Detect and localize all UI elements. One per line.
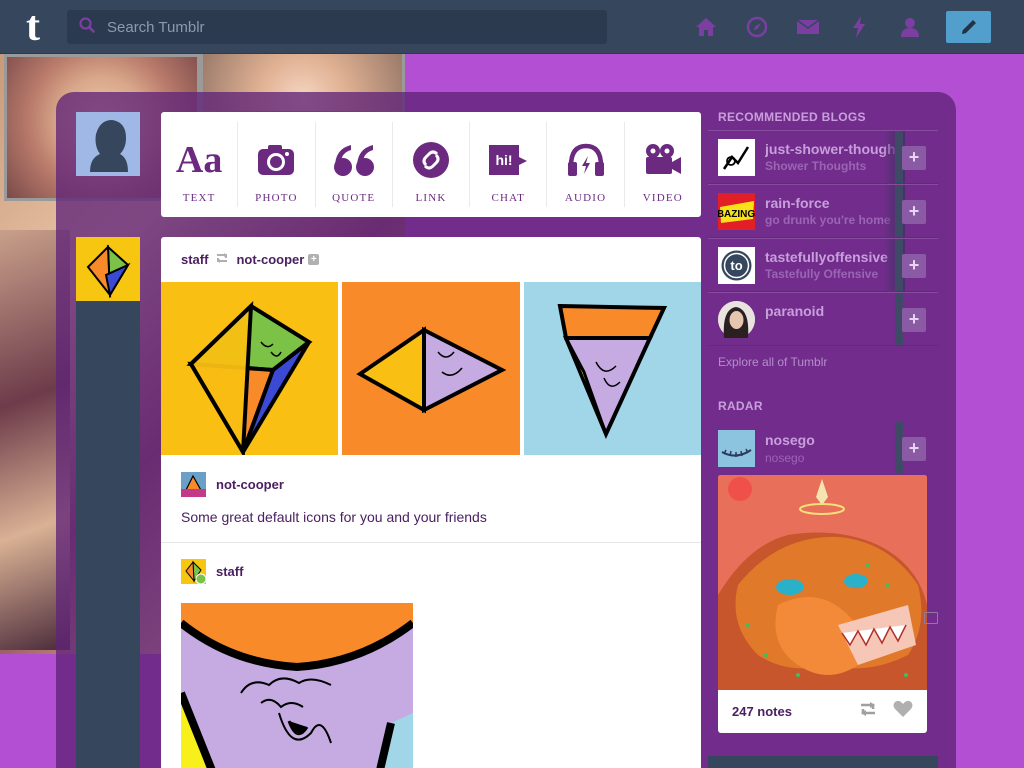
post-caption: Some great default icons for you and you… bbox=[181, 509, 487, 525]
post-type-selector: Aa TEXT PHOTO QUOTE LINK hi! CHAT AUDIO bbox=[161, 112, 701, 217]
recommended-blog-item[interactable]: to tastefullyoffensive Tastefully Offens… bbox=[708, 238, 938, 292]
quote-icon bbox=[333, 140, 375, 180]
post-author-link[interactable]: staff bbox=[181, 252, 208, 267]
paranoid-avatar[interactable] bbox=[718, 301, 755, 338]
post-type-label: AUDIO bbox=[564, 192, 607, 204]
search-input[interactable] bbox=[107, 18, 607, 36]
like-heart-icon[interactable] bbox=[893, 700, 913, 723]
home-icon[interactable] bbox=[680, 12, 731, 42]
account-person-icon[interactable] bbox=[884, 12, 935, 42]
search-icon bbox=[67, 16, 107, 38]
recommended-blog-item[interactable]: BAZING rain-force go drunk you're home + bbox=[708, 184, 938, 238]
tastefully-offensive-avatar[interactable]: to bbox=[718, 247, 755, 284]
post-type-label: PHOTO bbox=[255, 192, 298, 204]
follow-plus-icon[interactable]: + bbox=[308, 254, 320, 265]
camera-icon bbox=[256, 140, 296, 180]
video-camera-icon bbox=[643, 140, 683, 180]
post-type-quote[interactable]: QUOTE bbox=[316, 122, 393, 207]
post-header: staff not-cooper + bbox=[181, 252, 320, 267]
top-navigation-bar: t bbox=[0, 0, 1024, 54]
staff-mini-avatar[interactable] bbox=[181, 559, 207, 585]
post-type-text[interactable]: Aa TEXT bbox=[161, 122, 239, 207]
activity-lightning-icon[interactable] bbox=[833, 12, 884, 42]
tumblr-logo-icon[interactable]: t bbox=[14, 6, 52, 48]
explore-compass-icon[interactable] bbox=[731, 12, 782, 42]
recommended-blog-name[interactable]: paranoid bbox=[765, 303, 895, 319]
post-type-audio[interactable]: AUDIO bbox=[547, 122, 625, 207]
post-type-label: LINK bbox=[415, 192, 447, 204]
dashboard-post: staff not-cooper + not-cooper Some great… bbox=[161, 237, 701, 768]
reblog-author-link[interactable]: staff bbox=[216, 564, 243, 579]
rain-force-avatar[interactable]: BAZING bbox=[717, 193, 755, 230]
radar-post-card: 247 notes bbox=[718, 475, 927, 733]
recommended-blog-title: Tastefully Offensive bbox=[765, 267, 879, 281]
sidebar-bottom-strip bbox=[708, 756, 938, 768]
recommended-blog-name[interactable]: rain-force bbox=[765, 195, 895, 211]
nav-icon-group bbox=[680, 12, 935, 42]
reblog-divider bbox=[161, 542, 701, 543]
search-bar[interactable] bbox=[67, 10, 607, 44]
radar-post-image[interactable] bbox=[718, 475, 927, 690]
chat-bubble-icon: hi! bbox=[487, 140, 529, 180]
reblog-icon bbox=[214, 252, 230, 267]
radar-blog-title: nosego bbox=[765, 451, 805, 465]
post-type-link[interactable]: LINK bbox=[393, 122, 471, 207]
reblog-trail-entry: staff bbox=[181, 559, 243, 585]
post-type-label: VIDEO bbox=[642, 192, 683, 204]
follow-plus-icon[interactable]: + bbox=[902, 146, 926, 170]
inbox-mail-icon[interactable] bbox=[782, 12, 833, 42]
user-avatar[interactable] bbox=[76, 112, 140, 176]
recommended-blog-title: Shower Thoughts bbox=[765, 159, 867, 173]
svg-text:to: to bbox=[730, 258, 742, 273]
explore-link[interactable]: Explore all of Tumblr bbox=[718, 355, 827, 369]
reblog-trail-entry: not-cooper bbox=[181, 472, 284, 497]
recommended-blogs-list: just-shower-thoughts Shower Thoughts + B… bbox=[708, 130, 938, 346]
post-type-chat[interactable]: hi! CHAT bbox=[470, 122, 548, 207]
recommended-blog-title: go drunk you're home bbox=[765, 213, 891, 227]
photoset-image[interactable] bbox=[342, 282, 520, 455]
not-cooper-avatar[interactable] bbox=[181, 472, 206, 497]
svg-text:BAZING: BAZING bbox=[718, 209, 755, 220]
recommended-blog-name[interactable]: just-shower-thoughts bbox=[765, 141, 895, 157]
headphones-icon bbox=[566, 140, 606, 180]
photoset-image[interactable] bbox=[161, 282, 338, 459]
recommended-blog-name[interactable]: tastefullyoffensive bbox=[765, 249, 895, 265]
post-type-photo[interactable]: PHOTO bbox=[238, 122, 316, 207]
follow-plus-icon[interactable]: + bbox=[902, 254, 926, 278]
compose-post-button[interactable] bbox=[946, 11, 991, 43]
pencil-icon bbox=[961, 20, 976, 34]
post-type-video[interactable]: VIDEO bbox=[625, 122, 701, 207]
post-image[interactable] bbox=[181, 603, 413, 768]
follow-plus-icon[interactable]: + bbox=[902, 308, 926, 332]
avatar-rail bbox=[76, 301, 140, 768]
recommended-blogs-title: RECOMMENDED BLOGS bbox=[718, 110, 866, 124]
keyboard-shortcuts-icon[interactable] bbox=[924, 612, 938, 624]
recommended-blog-item[interactable]: paranoid + bbox=[708, 292, 938, 346]
post-type-label: TEXT bbox=[182, 192, 216, 204]
radar-post-footer: 247 notes bbox=[718, 690, 927, 733]
radar-blog-name[interactable]: nosego bbox=[765, 432, 895, 448]
recommended-blog-item[interactable]: just-shower-thoughts Shower Thoughts + bbox=[708, 130, 938, 184]
notes-count[interactable]: 247 notes bbox=[732, 704, 857, 719]
follow-plus-icon[interactable]: + bbox=[902, 200, 926, 224]
shower-thoughts-avatar[interactable] bbox=[718, 139, 755, 176]
nosego-avatar[interactable] bbox=[718, 430, 755, 467]
photoset-image[interactable] bbox=[524, 282, 701, 455]
radar-title: RADAR bbox=[718, 399, 763, 413]
staff-avatar[interactable] bbox=[76, 237, 140, 301]
reblog-author-link[interactable]: not-cooper bbox=[216, 477, 284, 492]
photoset bbox=[161, 282, 701, 459]
post-type-label: QUOTE bbox=[332, 192, 376, 204]
link-icon bbox=[412, 140, 450, 180]
follow-plus-icon[interactable]: + bbox=[902, 437, 926, 461]
svg-text:hi!: hi! bbox=[496, 152, 513, 168]
reblog-icon[interactable] bbox=[857, 701, 879, 722]
post-type-label: CHAT bbox=[491, 192, 526, 204]
text-aa-icon: Aa bbox=[175, 139, 223, 181]
radar-blog-item[interactable]: nosego nosego + bbox=[708, 422, 938, 476]
reblogged-from-link[interactable]: not-cooper bbox=[236, 252, 304, 267]
